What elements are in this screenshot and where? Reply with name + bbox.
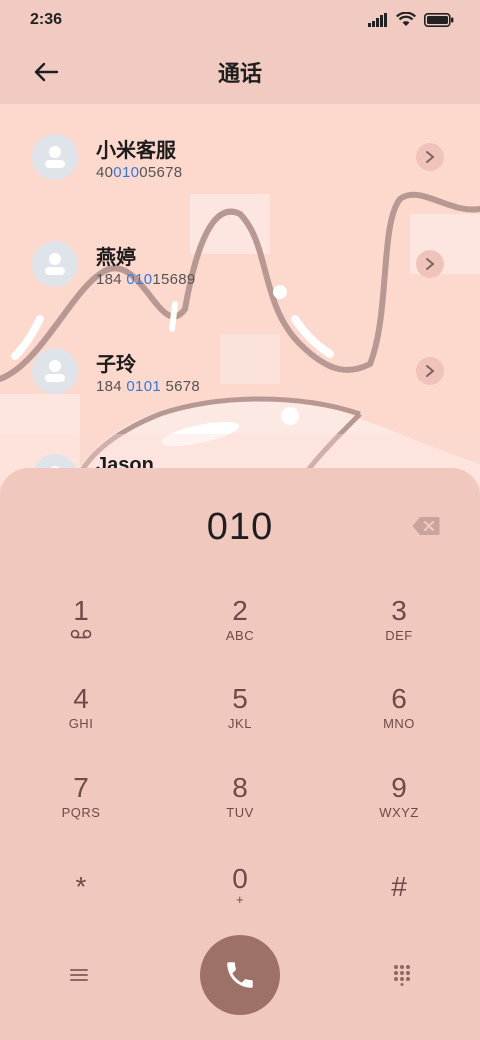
menu-icon	[70, 969, 88, 981]
key-5[interactable]: 5 JKL	[170, 684, 310, 764]
chevron-right-icon	[426, 365, 435, 377]
contact-number: 4001005678	[96, 164, 183, 181]
call-button[interactable]	[200, 935, 280, 1015]
key-3[interactable]: 3 DEF	[329, 596, 469, 676]
chevron-right-icon	[426, 258, 435, 270]
wifi-icon	[396, 12, 416, 26]
status-time: 2:36	[30, 11, 63, 28]
contact-name: 子玲	[96, 354, 136, 376]
key-hash[interactable]: #	[329, 872, 469, 952]
contact-detail-button[interactable]	[416, 357, 444, 385]
contact-results: 小米客服 4001005678 燕婷 184 01015689 子玲 184 0…	[0, 104, 480, 484]
voicemail-icon	[70, 629, 92, 639]
backspace-button[interactable]	[412, 516, 440, 536]
signal-icon	[368, 12, 387, 27]
status-icons	[368, 12, 454, 27]
keypad-toggle-button[interactable]	[389, 962, 415, 988]
key-2[interactable]: 2 ABC	[170, 596, 310, 676]
dialed-number: 010	[206, 506, 274, 548]
avatar	[32, 241, 78, 287]
key-4[interactable]: 4 GHI	[11, 684, 151, 764]
keypad-icon	[394, 965, 410, 986]
person-icon	[45, 253, 65, 275]
dialpad: 010 1 2 ABC 3 DEF 4 GHI 5 JKL 6 MNO 7 PQ…	[0, 468, 480, 1040]
key-star[interactable]: *	[11, 872, 151, 952]
key-6[interactable]: 6 MNO	[329, 684, 469, 764]
contact-row[interactable]: 燕婷 184 01015689	[0, 211, 480, 301]
avatar	[32, 134, 78, 180]
contact-number: 184 0101 5678	[96, 378, 201, 395]
key-1[interactable]: 1	[11, 596, 151, 676]
key-8[interactable]: 8 TUV	[170, 773, 310, 853]
phone-icon	[227, 962, 253, 988]
backspace-icon	[412, 517, 440, 535]
contact-row[interactable]: 子玲 184 0101 5678	[0, 318, 480, 408]
person-icon	[45, 360, 65, 382]
contact-detail-button[interactable]	[416, 143, 444, 171]
page-title: 通话	[217, 61, 262, 86]
key-7[interactable]: 7 PQRS	[11, 773, 151, 853]
chevron-right-icon	[426, 151, 435, 163]
avatar	[32, 348, 78, 394]
contact-row[interactable]: 小米客服 4001005678	[0, 104, 480, 194]
contact-number: 184 01015689	[96, 271, 196, 288]
key-9[interactable]: 9 WXYZ	[329, 773, 469, 853]
person-icon	[45, 146, 65, 168]
contact-name: 燕婷	[96, 247, 136, 269]
key-0[interactable]: 0 +	[170, 864, 310, 944]
status-bar: 2:36	[0, 0, 480, 40]
menu-button[interactable]	[66, 962, 92, 988]
battery-icon	[424, 12, 454, 27]
app-bar: 通话	[0, 40, 480, 104]
contact-detail-button[interactable]	[416, 250, 444, 278]
contact-name: 小米客服	[96, 140, 176, 162]
